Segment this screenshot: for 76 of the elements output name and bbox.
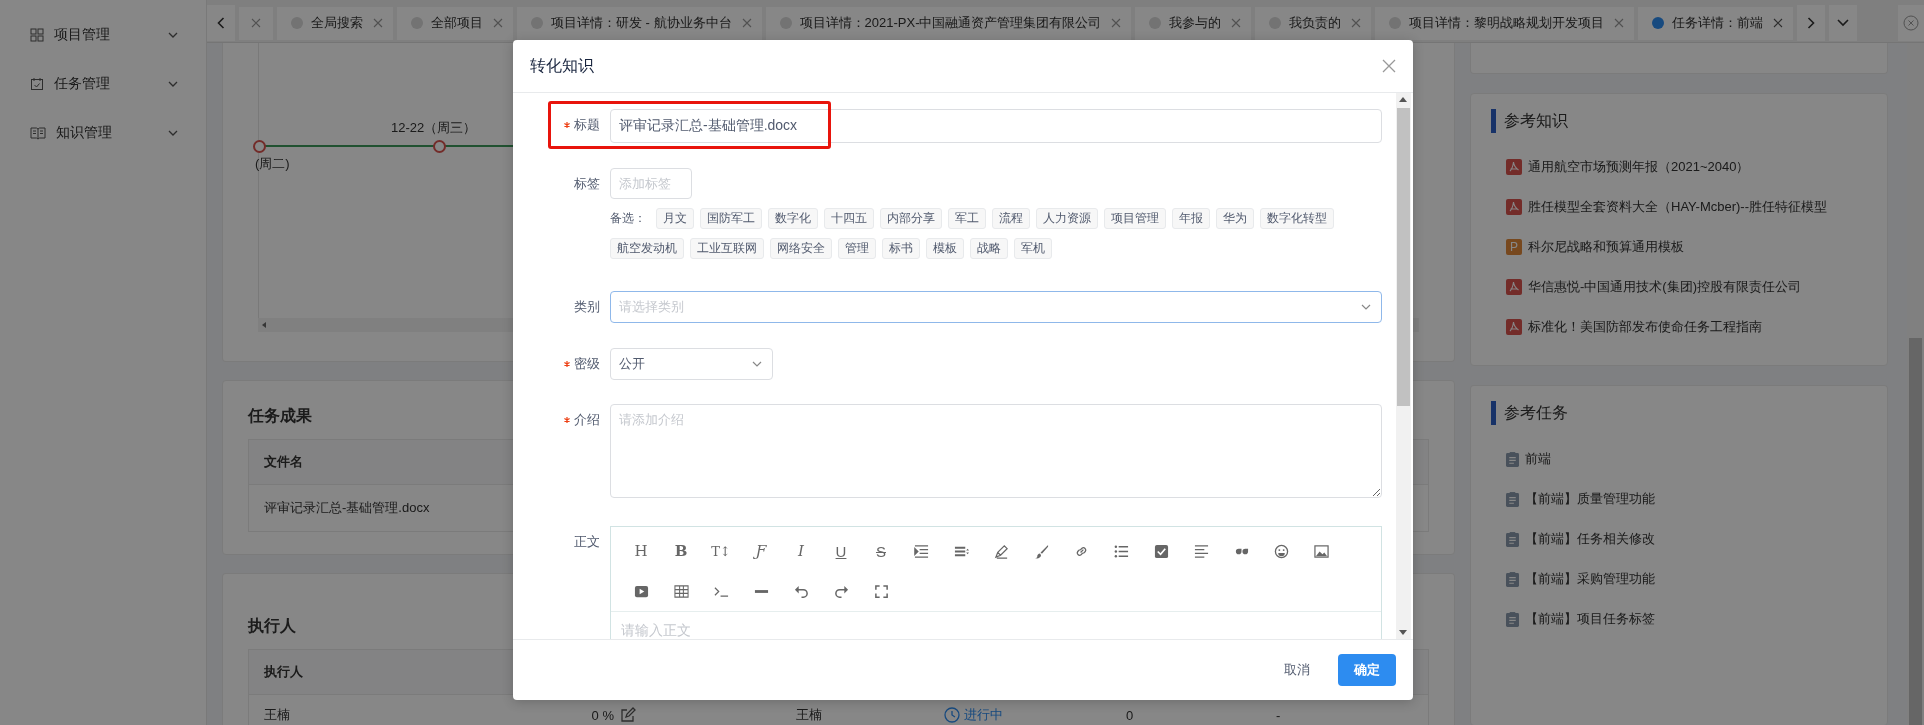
knowledge-link[interactable]: 华信惠悦-中国通用技术(集团)控股有限责任公司 [1528, 278, 1801, 296]
status-text: 进行中 [964, 706, 1004, 724]
security-select[interactable]: 公开 [610, 348, 773, 380]
tag-chip[interactable]: 国防军工 [700, 208, 762, 229]
knowledge-link[interactable]: 胜任模型全套资料大全（HAY-Mcber)--胜任特征模型 [1528, 198, 1827, 216]
section-title: 任务成果 [248, 406, 312, 426]
tag-chip[interactable]: 模板 [926, 238, 964, 259]
tag-chip[interactable]: 标书 [882, 238, 920, 259]
date-label: 12-22（周三） [391, 119, 477, 137]
dialog-title: 转化知识 [530, 55, 594, 76]
field-label: 密级 [574, 355, 600, 373]
tag-chip[interactable]: 内部分享 [880, 208, 942, 229]
tab[interactable]: 我参与的 [1135, 6, 1252, 40]
sidebar-item[interactable]: 知识管理 [0, 108, 206, 157]
knowledge-link[interactable]: 科尔尼战略和预算通用模板 [1528, 238, 1684, 256]
field-label: 类别 [574, 298, 600, 316]
table-cell: 评审记录汇总-基础管理.docx [264, 499, 430, 517]
column-header: 执行人 [264, 663, 303, 681]
tag-chip[interactable]: 十四五 [824, 208, 874, 229]
knowledge-link[interactable]: 通用航空市场预测年报（2021~2040） [1528, 158, 1750, 176]
tab[interactable]: 全局搜索 [277, 6, 393, 40]
tag-chip[interactable]: 管理 [838, 238, 876, 259]
underline-button[interactable]: U [835, 543, 847, 559]
cancel-button[interactable]: 取消 [1268, 654, 1326, 686]
task-link[interactable]: 【前端】采购管理功能 [1525, 570, 1655, 588]
bold-button[interactable]: B [674, 543, 688, 559]
sidebar-item[interactable]: 项目管理 [0, 10, 206, 59]
tab[interactable]: 项目详情：黎明战略规划开发项目 [1375, 6, 1635, 40]
task-link[interactable]: 【前端】项目任务标签 [1525, 610, 1655, 628]
table-cell-text: 0 % [590, 707, 614, 723]
task-link[interactable]: 前端 [1525, 450, 1551, 468]
tag-chip[interactable]: 战略 [970, 238, 1008, 259]
tab[interactable]: 任务详情：前端 [1638, 6, 1794, 40]
table-cell-text: 0 [1126, 707, 1135, 723]
tag-chip[interactable]: 流程 [992, 208, 1030, 229]
sidebar-item[interactable]: 任务管理 [0, 59, 206, 108]
table-cell-text: 王楠 [264, 706, 291, 724]
slides-file-icon: P [1506, 239, 1522, 255]
field-label: 正文 [574, 533, 600, 551]
tag-chip[interactable]: 项目管理 [1104, 208, 1166, 229]
section-title: 参考知识 [1491, 109, 1867, 133]
italic-button[interactable]: I [798, 543, 804, 559]
font-button[interactable]: Ƒ [755, 543, 767, 559]
text-size-button[interactable]: T↕ [711, 544, 731, 558]
tab[interactable]: 项目详情：2021-PX-中国融通资产管理集团有限公司 [765, 6, 1132, 40]
heading-button[interactable]: H [634, 543, 648, 559]
title-field[interactable]: 评审记录汇总-基础管理.docx [610, 109, 1382, 143]
field-label: 介绍 [574, 411, 600, 429]
tag-chip[interactable]: 军工 [948, 208, 986, 229]
task-link[interactable]: 【前端】任务相关修改 [1525, 530, 1655, 548]
field-label: 标题 [574, 116, 600, 134]
tab[interactable]: 项目详情：研发 - 航协业务中台 [517, 6, 762, 40]
tag-chip[interactable]: 年报 [1172, 208, 1210, 229]
column-header: 文件名 [264, 453, 303, 471]
date-label: (周二) [255, 155, 290, 173]
task-link[interactable]: 【前端】质量管理功能 [1525, 490, 1655, 508]
tab[interactable]: 全部项目 [397, 6, 513, 40]
tab[interactable]: 我负责的 [1255, 6, 1372, 40]
field-label: 标签 [574, 175, 600, 193]
tag-chip[interactable]: 华为 [1216, 208, 1254, 229]
tag-chip[interactable]: 月文 [656, 208, 694, 229]
tag-chip[interactable]: 军机 [1014, 238, 1052, 259]
tag-chip[interactable]: 数字化转型 [1260, 208, 1334, 229]
tag-chip[interactable]: 航空发动机 [610, 238, 684, 259]
tag-chip[interactable]: 网络安全 [770, 238, 832, 259]
tag-chip[interactable]: 人力资源 [1036, 208, 1098, 229]
tag-chip[interactable]: 工业互联网 [690, 238, 764, 259]
section-title: 执行人 [248, 616, 296, 636]
tag-chip[interactable]: 数字化 [768, 208, 818, 229]
confirm-button[interactable]: 确定 [1338, 654, 1396, 686]
knowledge-link[interactable]: 标准化！美国防部发布使命任务工程指南 [1528, 318, 1762, 336]
suggestions-label: 备选： [610, 210, 646, 227]
table-cell-text: 王楠 [796, 706, 823, 724]
section-title: 参考任务 [1491, 401, 1867, 425]
strikethrough-button[interactable]: S [876, 543, 886, 559]
table-cell: - [1276, 707, 1281, 723]
